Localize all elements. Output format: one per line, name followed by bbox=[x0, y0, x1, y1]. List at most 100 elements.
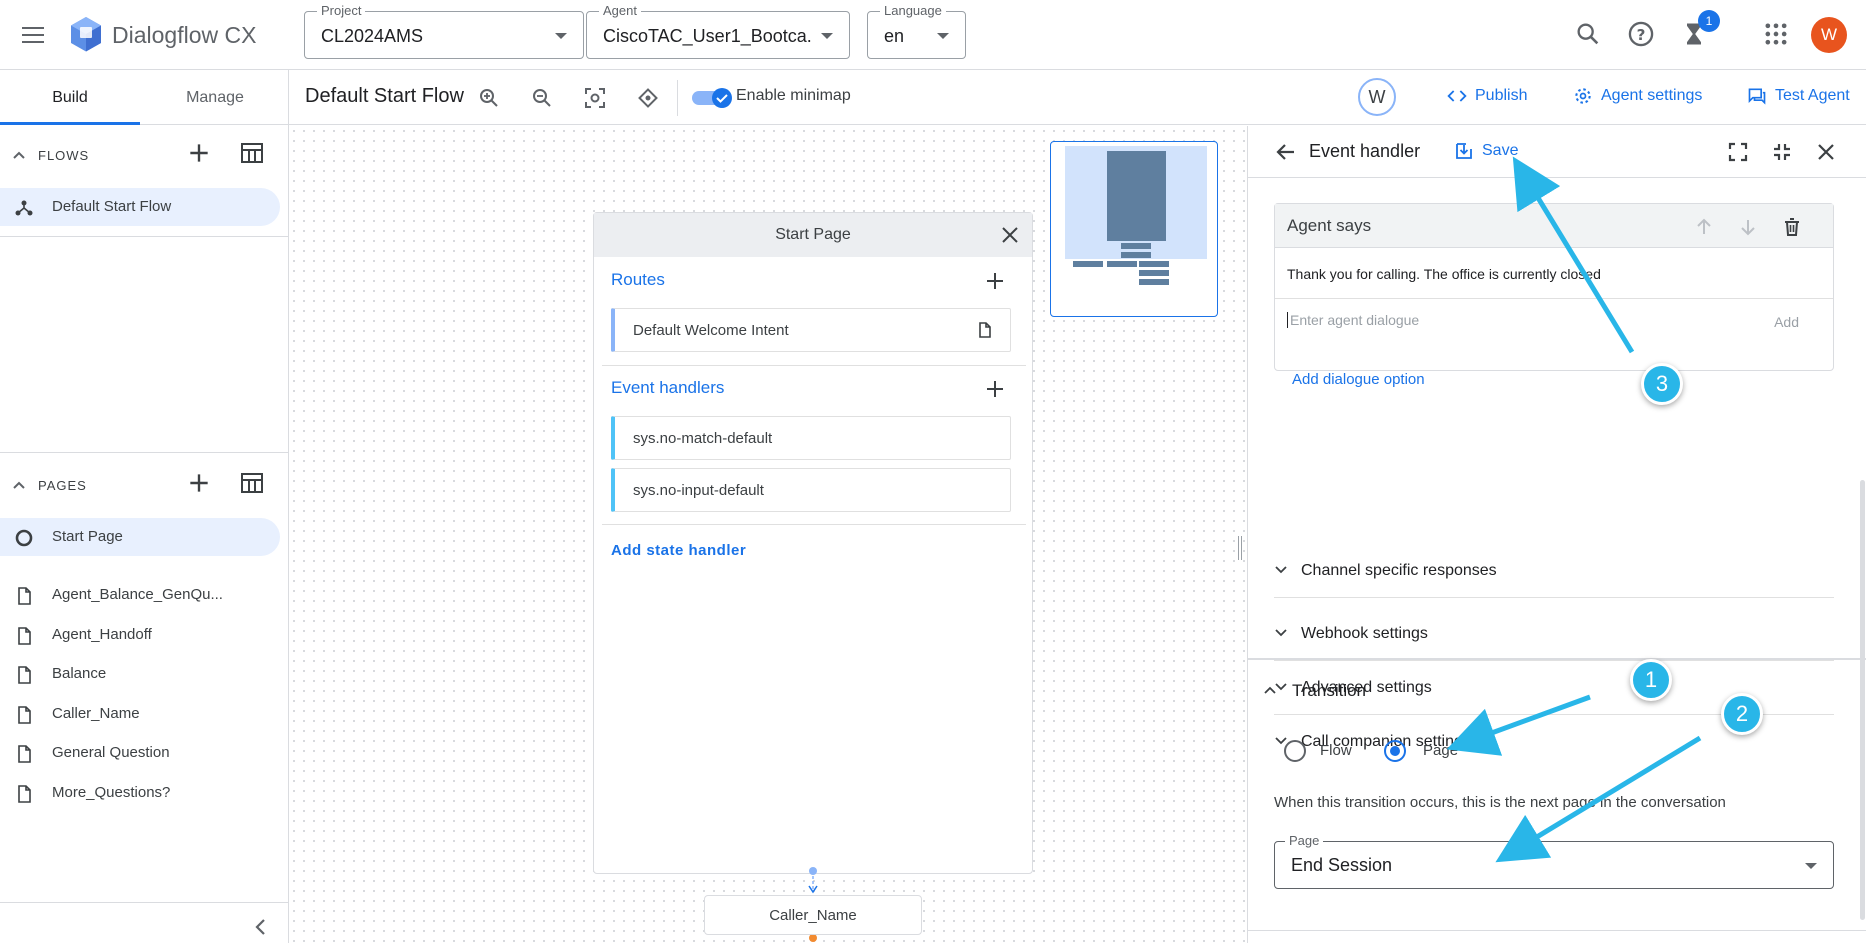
minimap[interactable] bbox=[1050, 141, 1218, 317]
channel-specific-responses-section[interactable]: Channel specific responses bbox=[1274, 544, 1834, 598]
page-item-label: Agent_Balance_GenQu... bbox=[52, 586, 223, 603]
zoom-out-icon[interactable] bbox=[530, 86, 554, 110]
collapse-sidebar-icon[interactable] bbox=[254, 918, 268, 936]
minimap-toggle[interactable] bbox=[692, 88, 732, 108]
delete-icon[interactable] bbox=[1781, 216, 1803, 238]
caller-name-node[interactable]: Caller_Name bbox=[704, 895, 922, 935]
divider bbox=[1275, 298, 1833, 299]
menu-icon[interactable] bbox=[20, 22, 46, 48]
radio-flow[interactable] bbox=[1284, 740, 1306, 762]
start-page-card[interactable]: Start Page Routes Default Welcome Intent… bbox=[593, 212, 1033, 874]
gear-icon bbox=[1575, 88, 1591, 104]
flow-item-label: Default Start Flow bbox=[52, 198, 172, 215]
page-select[interactable]: Page End Session bbox=[1274, 833, 1834, 889]
save-button[interactable]: Save bbox=[1454, 141, 1518, 161]
flow-item-default-start-flow[interactable]: Default Start Flow bbox=[0, 188, 280, 226]
agent-says-card: Agent says Thank you for calling. The of… bbox=[1274, 203, 1834, 371]
pages-section-header: PAGES bbox=[0, 456, 288, 516]
agent-select[interactable]: Agent CiscoTAC_User1_Bootca... bbox=[586, 3, 850, 59]
add-route-icon[interactable] bbox=[984, 270, 1006, 292]
tab-manage[interactable]: Manage bbox=[145, 70, 285, 125]
routes-title: Routes bbox=[611, 270, 665, 289]
divider bbox=[1248, 659, 1866, 660]
page-item[interactable]: General Question bbox=[0, 734, 280, 772]
route-item[interactable]: Default Welcome Intent bbox=[611, 308, 1011, 352]
add-state-handler-button[interactable]: Add state handler bbox=[611, 542, 746, 559]
page-icon bbox=[18, 666, 31, 684]
flow-title: Default Start Flow bbox=[305, 85, 464, 107]
panel-resize-handle[interactable] bbox=[1238, 536, 1242, 560]
collapse-panel-icon[interactable] bbox=[1770, 140, 1794, 164]
close-icon[interactable] bbox=[1000, 225, 1020, 245]
add-event-handler-icon[interactable] bbox=[984, 378, 1006, 400]
divider bbox=[1248, 930, 1866, 931]
user-avatar[interactable]: W bbox=[1811, 17, 1847, 53]
divider bbox=[0, 902, 288, 903]
tab-build[interactable]: Build bbox=[0, 70, 140, 125]
publish-label: Publish bbox=[1475, 87, 1528, 105]
publish-button[interactable]: Publish bbox=[1447, 86, 1527, 106]
apps-grid-icon[interactable] bbox=[1762, 20, 1790, 48]
transition-description: When this transition occurs, this is the… bbox=[1274, 794, 1726, 811]
arrow-down-icon[interactable] bbox=[1737, 216, 1759, 238]
top-bar: Dialogflow CX Project CL2024AMS Agent Ci… bbox=[0, 0, 1866, 70]
page-item-label: Agent_Handoff bbox=[52, 626, 152, 643]
page-item[interactable]: Agent_Handoff bbox=[0, 616, 280, 654]
chevron-down-icon bbox=[937, 33, 949, 39]
page-icon bbox=[979, 322, 991, 338]
agent-dialogue-input[interactable] bbox=[1287, 312, 1747, 328]
add-dialogue-button[interactable]: Add bbox=[1774, 314, 1799, 330]
fit-screen-icon[interactable] bbox=[583, 86, 607, 110]
page-item-label: More_Questions? bbox=[52, 784, 171, 801]
language-value: en bbox=[884, 26, 905, 46]
panel-header: Event handler Save bbox=[1248, 126, 1866, 178]
add-dialogue-option-link[interactable]: Add dialogue option bbox=[1292, 371, 1425, 388]
test-agent-button[interactable]: Test Agent bbox=[1747, 86, 1850, 106]
page-item[interactable]: Agent_Balance_GenQu... bbox=[0, 576, 280, 614]
webhook-settings-section[interactable]: Webhook settings bbox=[1274, 607, 1834, 661]
circle-icon bbox=[15, 529, 33, 547]
language-select[interactable]: Language en bbox=[867, 3, 966, 59]
project-label: Project bbox=[317, 3, 366, 18]
page-item[interactable]: Caller_Name bbox=[0, 695, 280, 733]
arrow-up-icon[interactable] bbox=[1693, 216, 1715, 238]
dialogflow-logo-icon bbox=[71, 17, 101, 52]
page-icon bbox=[18, 785, 31, 803]
start-page-card-header: Start Page bbox=[594, 213, 1032, 257]
table-icon[interactable] bbox=[240, 472, 264, 494]
minimap-preview bbox=[1065, 146, 1207, 285]
back-arrow-icon[interactable] bbox=[1274, 140, 1298, 164]
app-title: Dialogflow CX bbox=[112, 22, 257, 48]
chevron-down-icon bbox=[555, 33, 567, 39]
search-icon[interactable] bbox=[1574, 20, 1602, 48]
reset-layout-icon[interactable] bbox=[636, 86, 660, 110]
add-page-icon[interactable] bbox=[186, 470, 212, 496]
start-page-card-title: Start Page bbox=[775, 226, 851, 243]
page-item[interactable]: Balance bbox=[0, 655, 280, 693]
event-handler-item[interactable]: sys.no-input-default bbox=[611, 468, 1011, 512]
zoom-in-icon[interactable] bbox=[477, 86, 501, 110]
agent-response-text[interactable]: Thank you for calling. The office is cur… bbox=[1287, 266, 1601, 282]
panel-scrollbar[interactable] bbox=[1860, 480, 1865, 920]
transition-title: Transition bbox=[1292, 681, 1367, 700]
save-icon bbox=[1456, 143, 1472, 159]
minimap-label: Enable minimap bbox=[736, 87, 851, 104]
help-icon[interactable]: ? bbox=[1627, 20, 1655, 48]
close-icon[interactable] bbox=[1814, 140, 1838, 164]
project-select[interactable]: Project CL2024AMS bbox=[304, 3, 584, 59]
table-icon[interactable] bbox=[240, 142, 264, 164]
event-handler-item[interactable]: sys.no-match-default bbox=[611, 416, 1011, 460]
chevron-up-icon[interactable] bbox=[1262, 682, 1278, 698]
chevron-up-icon[interactable] bbox=[12, 478, 26, 492]
agent-says-header: Agent says bbox=[1275, 204, 1833, 248]
event-handler-panel: Event handler Save Agent says Thank you … bbox=[1247, 126, 1866, 943]
chevron-up-icon[interactable] bbox=[12, 148, 26, 162]
page-item-start-page[interactable]: Start Page bbox=[0, 518, 280, 556]
page-item[interactable]: More_Questions? bbox=[0, 774, 280, 812]
radio-page[interactable] bbox=[1384, 740, 1406, 762]
add-flow-icon[interactable] bbox=[186, 140, 212, 166]
fullscreen-icon[interactable] bbox=[1726, 140, 1750, 164]
agent-says-title: Agent says bbox=[1287, 216, 1372, 235]
agent-settings-button[interactable]: Agent settings bbox=[1573, 86, 1702, 106]
annotation-badge-3: 3 bbox=[1641, 363, 1683, 405]
